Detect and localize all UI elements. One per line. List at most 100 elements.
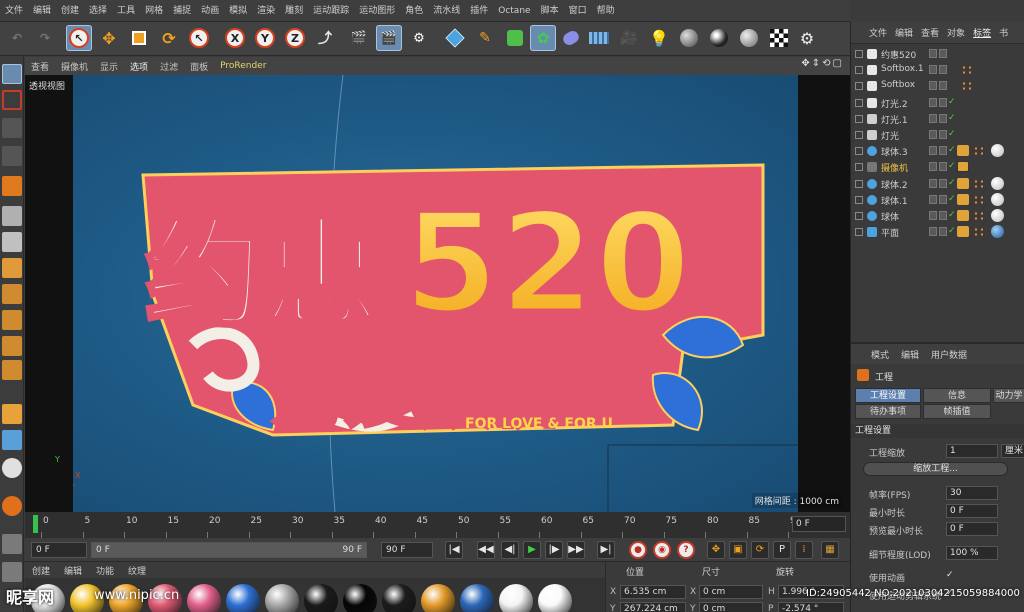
subtab-project-settings[interactable]: 工程设置	[855, 388, 921, 403]
subtab-frame-interpolation[interactable]: 帧插值	[923, 404, 991, 419]
object-mode-icon[interactable]	[2, 176, 22, 196]
menu-motion-tracking[interactable]: 运动跟踪	[308, 0, 354, 22]
camera-icon[interactable]: 🎥	[616, 25, 642, 51]
pen-icon[interactable]: ✎	[472, 25, 498, 51]
object-name[interactable]: 球体.2	[881, 178, 908, 191]
coordinate-system-icon[interactable]: ⤴	[312, 25, 338, 51]
render-settings-icon[interactable]: ⚙	[406, 25, 432, 51]
preview-min-field[interactable]: 0 F	[946, 522, 998, 536]
subtab-dynamics[interactable]: 动力学	[993, 388, 1024, 403]
visibility-render-icon[interactable]	[939, 227, 947, 237]
grid-icon-2[interactable]	[2, 562, 22, 582]
rotate-key-icon[interactable]: ⟳	[751, 541, 769, 559]
texture-tag-icon[interactable]	[957, 193, 969, 205]
magnet-icon[interactable]	[2, 496, 22, 516]
material-tag-icon[interactable]	[991, 192, 1004, 206]
uv-mode-icon[interactable]	[2, 284, 22, 304]
visibility-editor-icon[interactable]	[929, 65, 937, 75]
vp-menu-filter[interactable]: 过滤	[154, 60, 184, 73]
undo-icon[interactable]: ↶	[4, 25, 30, 51]
min-time-field[interactable]: 0 F	[946, 504, 998, 518]
hierarchy-icon[interactable]	[855, 98, 863, 107]
visibility-editor-icon[interactable]	[929, 130, 937, 139]
enabled-check-icon[interactable]: ✓	[948, 97, 956, 107]
obj-menu-view[interactable]: 查看	[917, 26, 943, 39]
project-scale-unit[interactable]: 厘米	[1001, 444, 1024, 458]
use-animation-checkbox[interactable]: ✓	[946, 570, 954, 580]
material-sphere-grey-icon[interactable]	[736, 25, 762, 51]
object-name[interactable]: 球体.3	[881, 145, 908, 158]
attr-menu-userdata[interactable]: 用户数据	[925, 348, 973, 361]
menu-file[interactable]: 文件	[0, 0, 28, 22]
texture-tag-icon[interactable]	[957, 226, 969, 238]
timeline-ruler[interactable]: 051015202530354045505560657075808590	[33, 512, 833, 538]
polygons-mode-icon[interactable]	[2, 258, 22, 278]
visibility-render-icon[interactable]	[939, 162, 947, 172]
menu-simulate[interactable]: 模拟	[224, 0, 252, 22]
obj-menu-objects[interactable]: 对象	[943, 26, 969, 39]
vp-menu-display[interactable]: 显示	[94, 60, 124, 73]
next-key-button[interactable]: ▶▶	[567, 541, 585, 559]
object-name[interactable]: 灯光.2	[881, 97, 908, 110]
material-swatch[interactable]	[421, 584, 455, 612]
visibility-editor-icon[interactable]	[929, 227, 937, 237]
material-sphere-dark-icon[interactable]	[706, 25, 732, 51]
lod-field[interactable]: 100 %	[946, 546, 998, 560]
goto-end-button[interactable]: ▶|	[597, 541, 615, 559]
visibility-editor-icon[interactable]	[929, 194, 937, 204]
target-tag-icon[interactable]	[961, 65, 973, 76]
menu-select[interactable]: 选择	[84, 0, 112, 22]
enable-axis-icon[interactable]	[2, 360, 22, 380]
record-key-icon[interactable]: ●	[629, 541, 647, 559]
enabled-check-icon[interactable]: ✓	[948, 161, 956, 171]
tag-icon[interactable]	[973, 178, 985, 189]
material-tag-icon[interactable]	[991, 144, 1004, 158]
enabled-check-icon[interactable]: ✓	[948, 129, 956, 139]
visibility-editor-icon[interactable]	[929, 113, 937, 123]
material-swatch[interactable]	[343, 584, 377, 612]
material-swatch[interactable]	[499, 584, 533, 612]
subtab-info[interactable]: 信息	[923, 388, 991, 403]
uv-polygons-icon[interactable]	[2, 336, 22, 356]
mat-menu-create[interactable]: 创建	[25, 564, 57, 577]
material-swatch[interactable]	[265, 584, 299, 612]
visibility-render-icon[interactable]	[939, 178, 947, 188]
hierarchy-icon[interactable]	[855, 179, 863, 188]
enabled-check-icon[interactable]: ✓	[948, 226, 956, 236]
timeline-playhead[interactable]	[33, 515, 38, 533]
solo-icon[interactable]	[2, 458, 22, 478]
object-row[interactable]: 球体.3 ✓	[851, 143, 1024, 159]
subdivision-icon[interactable]	[502, 25, 528, 51]
menu-snap[interactable]: 捕捉	[168, 0, 196, 22]
viewport-nav-icons[interactable]: ✥⇕⟲▢	[801, 58, 844, 69]
visibility-render-icon[interactable]	[939, 130, 947, 139]
object-row[interactable]: 球体.2 ✓	[851, 176, 1024, 192]
hierarchy-icon[interactable]	[855, 228, 863, 237]
material-swatch[interactable]	[226, 584, 260, 612]
settings-gear-icon[interactable]: ⚙	[794, 25, 820, 51]
subtab-todo[interactable]: 待办事项	[855, 404, 921, 419]
select-arrow-icon[interactable]	[2, 64, 22, 84]
obj-menu-file[interactable]: 文件	[851, 26, 891, 39]
timeline-window-icon[interactable]: ▦	[821, 541, 839, 559]
start-frame-field[interactable]: 0 F	[31, 542, 87, 558]
object-row[interactable]: 球体.1 ✓	[851, 192, 1024, 208]
visibility-render-icon[interactable]	[939, 81, 947, 91]
tag-icon[interactable]	[973, 211, 985, 221]
live-select-icon[interactable]: ↖	[66, 25, 92, 51]
texture-tag-icon[interactable]	[957, 177, 969, 189]
attr-menu-mode[interactable]: 模式	[851, 348, 895, 361]
material-swatch[interactable]	[187, 584, 221, 612]
prev-frame-button[interactable]: ◀|	[501, 541, 519, 559]
scale-icon[interactable]	[126, 25, 152, 51]
x-axis-icon[interactable]: X	[222, 25, 248, 51]
hierarchy-icon[interactable]	[855, 82, 863, 91]
hierarchy-icon[interactable]	[855, 50, 863, 58]
menu-animate[interactable]: 动画	[196, 0, 224, 22]
material-tag-icon[interactable]	[991, 209, 1004, 222]
keyframe-help-icon[interactable]: ?	[677, 541, 695, 559]
material-swatch[interactable]	[382, 584, 416, 612]
enabled-check-icon[interactable]: ✓	[948, 178, 956, 188]
menu-tools[interactable]: 工具	[112, 0, 140, 22]
vp-menu-view[interactable]: 查看	[25, 60, 55, 73]
